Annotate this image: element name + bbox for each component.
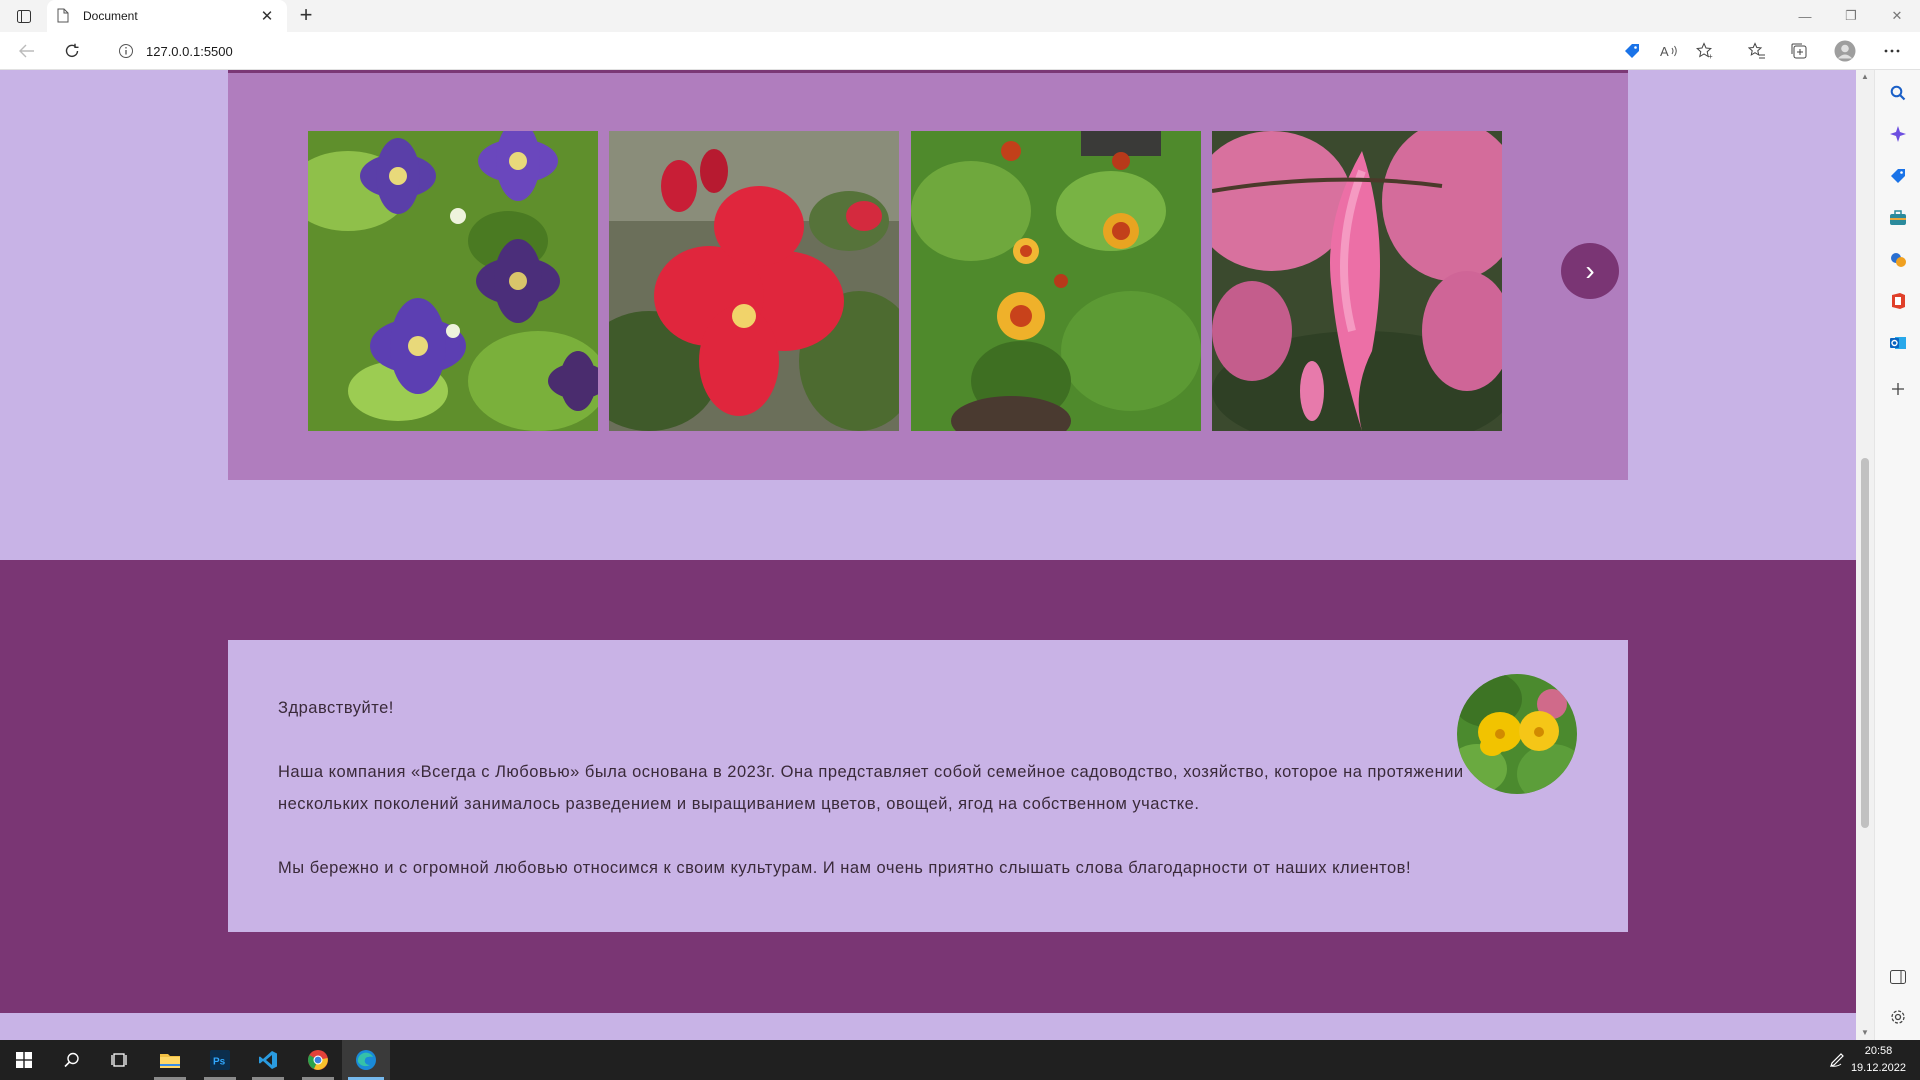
tab-actions-icon[interactable]	[10, 6, 38, 26]
page-scrollbar[interactable]: ▲ ▼	[1856, 70, 1874, 1040]
restore-icon[interactable]: ❐	[1828, 0, 1874, 32]
vscode-icon[interactable]	[244, 1040, 292, 1080]
about-text: Здравствуйте! Наша компания «Всегда с Лю…	[278, 692, 1478, 916]
close-window-icon[interactable]: ✕	[1874, 0, 1920, 32]
windows-start-icon[interactable]	[0, 1040, 48, 1080]
shopping-icon[interactable]	[1887, 165, 1909, 187]
scroll-thumb[interactable]	[1861, 458, 1869, 828]
nasturtium-avatar	[1457, 674, 1577, 794]
page-viewport: › Здравствуйте! Наша компания «Всегда с …	[0, 70, 1856, 1040]
url-text: 127.0.0.1:5500	[146, 43, 233, 59]
collections-icon[interactable]	[1787, 40, 1811, 62]
about-paragraph-1: Наша компания «Всегда с Любовью» была ос…	[278, 763, 1464, 813]
photo-marigolds[interactable]	[911, 131, 1201, 431]
file-explorer-icon[interactable]	[146, 1040, 194, 1080]
minimize-icon[interactable]: —	[1782, 0, 1828, 32]
scroll-down-icon[interactable]: ▼	[1860, 1028, 1870, 1038]
clock-time: 20:58	[1864, 1045, 1893, 1057]
chrome-icon[interactable]	[294, 1040, 342, 1080]
clock-date: 19.12.2022	[1850, 1062, 1906, 1074]
flower-gallery: ›	[228, 70, 1628, 480]
read-aloud-icon[interactable]: A	[1657, 40, 1681, 62]
browser-toolbar: 127.0.0.1:5500 A +	[0, 32, 1920, 70]
svg-text:Ps: Ps	[213, 1057, 226, 1068]
photo-rose[interactable]	[609, 131, 899, 431]
refresh-icon[interactable]	[59, 39, 85, 63]
add-favorite-icon[interactable]: +	[1693, 40, 1717, 62]
new-tab-icon[interactable]: +	[294, 4, 318, 28]
games-icon[interactable]	[1887, 249, 1909, 271]
sidebar-settings-icon[interactable]	[1887, 1006, 1909, 1028]
photo-astilbe[interactable]	[1212, 131, 1502, 431]
photo-clematis[interactable]	[308, 131, 598, 431]
tab-bar: Document ✕ + — ❐ ✕	[0, 0, 1920, 32]
back-icon[interactable]	[14, 39, 40, 63]
close-tab-icon[interactable]: ✕	[257, 7, 277, 25]
search-taskbar-icon[interactable]	[48, 1040, 96, 1080]
address-bar[interactable]: 127.0.0.1:5500	[103, 36, 1728, 66]
task-view-icon[interactable]	[96, 1040, 144, 1080]
favorites-icon[interactable]	[1745, 40, 1769, 62]
browser-tab[interactable]: Document ✕	[47, 0, 287, 32]
svg-text:+: +	[1708, 52, 1713, 60]
about-section: Здравствуйте! Наша компания «Всегда с Лю…	[0, 560, 1856, 1013]
scroll-up-icon[interactable]: ▲	[1860, 72, 1870, 82]
shopping-tag-icon[interactable]	[1620, 40, 1644, 62]
about-greeting: Здравствуйте!	[278, 699, 394, 717]
more-options-icon[interactable]	[1880, 40, 1904, 62]
add-sidebar-app-icon[interactable]	[1887, 378, 1909, 400]
profile-avatar-icon[interactable]	[1833, 40, 1857, 62]
office-icon[interactable]	[1887, 290, 1909, 312]
copilot-sparkle-icon[interactable]	[1887, 123, 1909, 145]
gallery-next-button[interactable]: ›	[1561, 243, 1619, 299]
about-paragraph-2: Мы бережно и с огромной любовью относимс…	[278, 859, 1412, 877]
edge-sidebar	[1874, 70, 1920, 1040]
edge-browser-icon[interactable]	[342, 1040, 390, 1080]
about-card: Здравствуйте! Наша компания «Всегда с Лю…	[228, 640, 1628, 932]
search-icon[interactable]	[1887, 82, 1909, 104]
window-controls: — ❐ ✕	[1782, 0, 1920, 32]
photoshop-icon[interactable]: Ps	[196, 1040, 244, 1080]
document-icon	[57, 8, 71, 24]
tools-briefcase-icon[interactable]	[1887, 207, 1909, 229]
windows-taskbar: Ps 20:58 19.12.2022	[0, 1040, 1920, 1080]
outlook-icon[interactable]	[1887, 332, 1909, 354]
svg-text:A: A	[1660, 44, 1669, 59]
tab-title: Document	[83, 9, 138, 23]
hide-sidebar-icon[interactable]	[1887, 966, 1909, 988]
system-clock[interactable]: 20:58 19.12.2022	[1851, 1043, 1906, 1077]
site-info-icon[interactable]	[118, 43, 134, 59]
